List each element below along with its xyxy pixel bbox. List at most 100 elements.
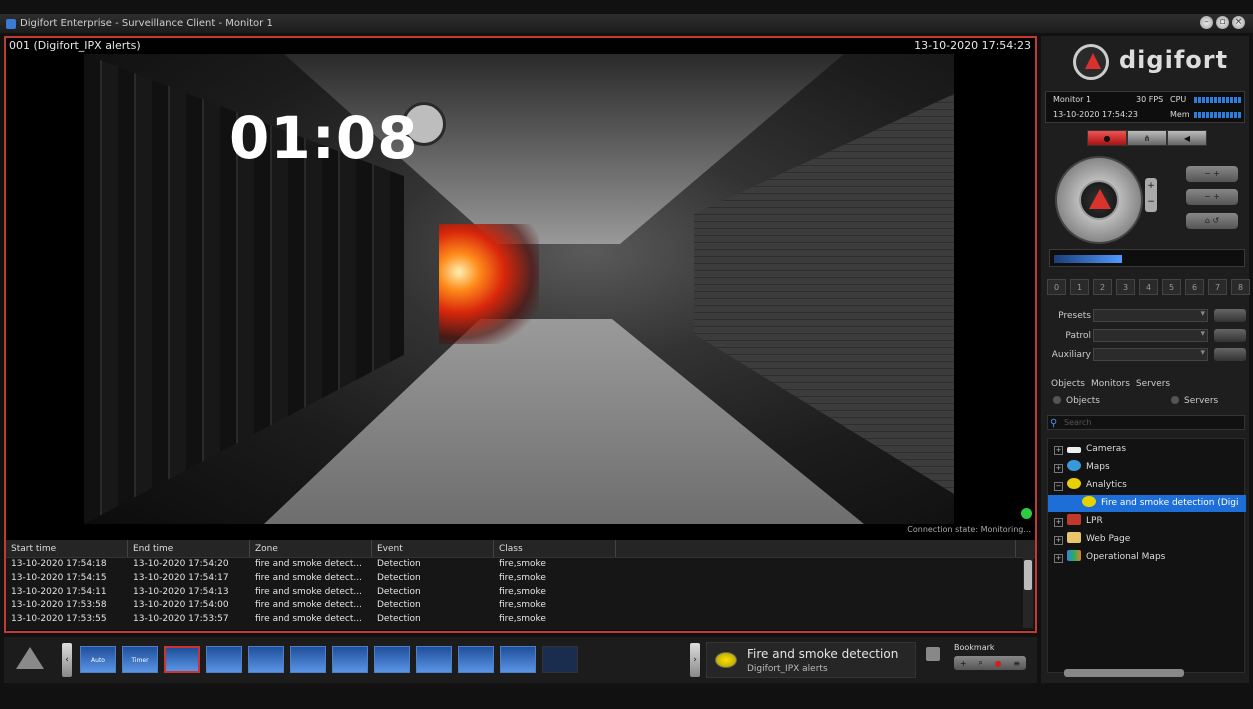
restore-icon[interactable]: ▫ [1216, 16, 1229, 29]
col-zone[interactable]: Zone [250, 540, 372, 557]
zoom-control[interactable]: − + [1186, 166, 1238, 182]
patrol-select[interactable] [1093, 329, 1208, 342]
layout-5x5-button[interactable] [500, 646, 536, 673]
expand-icon[interactable]: + [1054, 536, 1063, 545]
user-mode-icon[interactable]: ● [1087, 130, 1127, 146]
snapshot-icon[interactable] [926, 647, 940, 661]
radio-servers[interactable]: Servers [1171, 396, 1218, 406]
preset-6-button[interactable]: 6 [1185, 279, 1204, 295]
tree-item-fire-smoke[interactable]: Fire and smoke detection (Digi [1048, 495, 1246, 512]
preset-7-button[interactable]: 7 [1208, 279, 1227, 295]
tree-scrollbar[interactable] [1064, 669, 1184, 677]
ptz-joystick[interactable] [1055, 156, 1143, 244]
search-input[interactable]: ⚲ Search [1047, 415, 1245, 430]
scroll-left-button[interactable]: ‹ [62, 643, 72, 677]
col-end-time[interactable]: End time [128, 540, 250, 557]
table-row[interactable]: 13-10-2020 17:54:15 13-10-2020 17:54:17 … [6, 572, 1035, 586]
mem-gauge [1194, 112, 1242, 118]
globe-icon [1067, 460, 1081, 471]
layout-1plus7-button[interactable] [374, 646, 410, 673]
tree-item-lpr[interactable]: + LPR [1048, 513, 1103, 530]
iris-control[interactable]: ⌂ ↺ [1186, 213, 1238, 229]
cell-event: Detection [377, 586, 421, 597]
ptz-speed-buttons[interactable]: + − [1145, 178, 1157, 212]
minimize-icon[interactable]: – [1200, 16, 1213, 29]
network-mode-icon[interactable]: ⋔ [1127, 130, 1167, 146]
video-feed[interactable]: 01:08 [84, 54, 954, 524]
table-row[interactable]: 13-10-2020 17:54:18 13-10-2020 17:54:20 … [6, 558, 1035, 572]
record-bookmark-icon[interactable]: ● [995, 659, 1002, 668]
object-tree[interactable]: + Cameras + Maps − Analytics Fire and smoke… [1047, 438, 1246, 677]
presets-go-button[interactable] [1214, 309, 1246, 322]
layout-1plus3-button[interactable] [248, 646, 284, 673]
add-bookmark-icon[interactable]: + [960, 659, 967, 668]
layout-3x3-button[interactable] [332, 646, 368, 673]
auxiliary-go-button[interactable] [1214, 348, 1246, 361]
cell-class: fire,smoke [499, 586, 546, 597]
speed-slider[interactable] [1049, 249, 1245, 267]
layout-1plus12-button[interactable] [416, 646, 452, 673]
auxiliary-select[interactable] [1093, 348, 1208, 361]
close-icon[interactable]: × [1232, 16, 1245, 29]
radio-objects[interactable]: Objects [1053, 396, 1100, 406]
expand-icon[interactable]: + [1054, 518, 1063, 527]
ptz-center-icon[interactable] [1079, 180, 1119, 220]
tree-item-maps[interactable]: + Maps [1048, 459, 1110, 476]
camera-icon [1067, 447, 1081, 453]
search-bookmark-icon[interactable]: ⌕ [978, 658, 982, 668]
tab-objects[interactable]: Objects [1051, 379, 1085, 389]
table-row[interactable]: 13-10-2020 17:53:55 13-10-2020 17:53:57 … [6, 613, 1035, 627]
col-start-time[interactable]: Start time [6, 540, 128, 557]
events-body: 13-10-2020 17:54:18 13-10-2020 17:54:20 … [6, 558, 1035, 627]
active-alert[interactable]: Fire and smoke detection Digifort_IPX al… [706, 642, 916, 678]
preset-1-button[interactable]: 1 [1070, 279, 1089, 295]
search-icon: ⚲ [1050, 418, 1058, 429]
tree-item-web-page[interactable]: + Web Page [1048, 531, 1130, 548]
preset-8-button[interactable]: 8 [1231, 279, 1250, 295]
radio-objects-label: Objects [1066, 396, 1101, 406]
camera-view[interactable]: 001 (Digifort_IPX alerts) 13-10-2020 17:… [4, 36, 1037, 633]
cell-start: 13-10-2020 17:54:15 [11, 572, 107, 583]
preset-0-button[interactable]: 0 [1047, 279, 1066, 295]
analytics-icon [1082, 496, 1096, 507]
layout-timer-button[interactable]: Timer [122, 646, 158, 673]
layout-custom-button[interactable] [542, 646, 578, 673]
audio-mode-icon[interactable]: ◀ [1167, 130, 1207, 146]
collapse-icon[interactable]: − [1054, 482, 1063, 491]
preset-4-button[interactable]: 4 [1139, 279, 1158, 295]
scroll-right-button[interactable]: › [690, 643, 700, 677]
layout-auto-button[interactable]: Auto [80, 646, 116, 673]
eject-icon[interactable] [16, 647, 44, 669]
tree-item-analytics[interactable]: − Analytics [1048, 477, 1127, 494]
expand-icon[interactable]: + [1054, 446, 1063, 455]
events-table[interactable]: Start time End time Zone Event Class 13-… [6, 540, 1035, 630]
monitor-status: Monitor 1 30 FPS CPU 13-10-2020 17:54:23… [1045, 91, 1245, 123]
fire-region [439, 224, 539, 344]
radio-servers-label: Servers [1184, 396, 1219, 406]
scrollbar-thumb[interactable] [1024, 560, 1032, 590]
col-event[interactable]: Event [372, 540, 494, 557]
patrol-go-button[interactable] [1214, 329, 1246, 342]
tree-item-operational-maps[interactable]: + Operational Maps [1048, 549, 1165, 566]
list-bookmark-icon[interactable]: ≡ [1013, 659, 1020, 668]
presets-select[interactable] [1093, 309, 1208, 322]
table-row[interactable]: 13-10-2020 17:53:58 13-10-2020 17:54:00 … [6, 599, 1035, 613]
layout-1x1-button[interactable] [164, 646, 200, 673]
tree-label: LPR [1086, 516, 1103, 526]
layout-2x2-button[interactable] [206, 646, 242, 673]
preset-2-button[interactable]: 2 [1093, 279, 1112, 295]
expand-icon[interactable]: + [1054, 464, 1063, 473]
layout-4x4-button[interactable] [458, 646, 494, 673]
focus-control[interactable]: − + [1186, 189, 1238, 205]
preset-5-button[interactable]: 5 [1162, 279, 1181, 295]
tab-servers[interactable]: Servers [1136, 379, 1170, 389]
events-scrollbar[interactable] [1023, 542, 1033, 628]
expand-icon[interactable]: + [1054, 554, 1063, 563]
tab-monitors[interactable]: Monitors [1091, 379, 1130, 389]
layout-1plus5-button[interactable] [290, 646, 326, 673]
preset-3-button[interactable]: 3 [1116, 279, 1135, 295]
col-class[interactable]: Class [494, 540, 616, 557]
tree-item-cameras[interactable]: + Cameras [1048, 441, 1126, 458]
table-row[interactable]: 13-10-2020 17:54:11 13-10-2020 17:54:13 … [6, 586, 1035, 600]
search-placeholder: Search [1064, 418, 1092, 427]
